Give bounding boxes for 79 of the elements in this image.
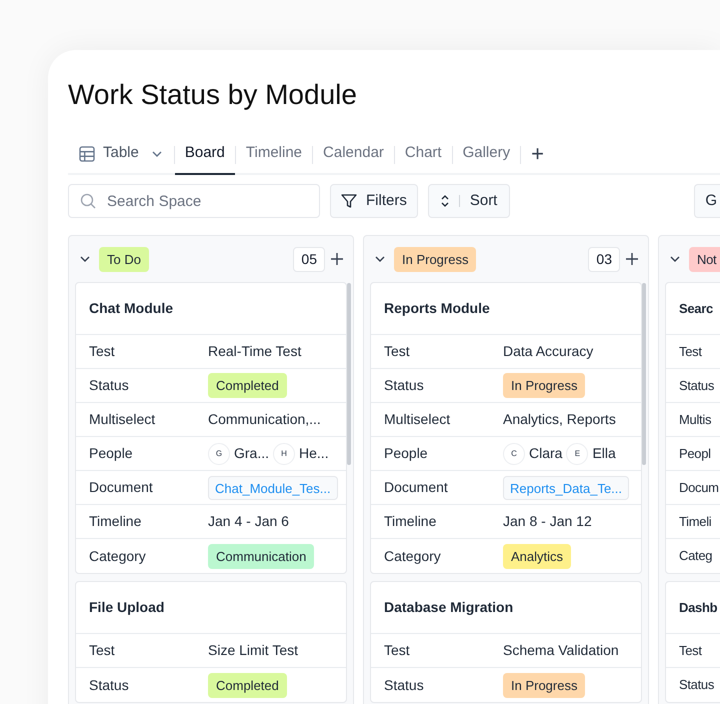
tag: Analytics: [503, 544, 572, 568]
card-title: Dashb: [679, 598, 718, 617]
field-label: Status: [384, 376, 425, 395]
card-title: Reports Module: [384, 299, 490, 318]
view-tab[interactable]: Chart: [394, 134, 452, 173]
tag: Completed: [208, 672, 287, 698]
field-label: Timeline: [384, 512, 438, 531]
field-value: Jan 8 - Jan 12: [503, 512, 592, 531]
field-value: Analytics, Reports: [503, 410, 616, 429]
card-title: Searc: [679, 300, 713, 318]
column-status-badge: In Progress: [394, 246, 476, 272]
table-icon: [79, 146, 95, 162]
column-status-badge: Not: [689, 246, 720, 272]
view-tab[interactable]: Timeline: [236, 134, 312, 173]
tag: In Progress: [503, 373, 586, 398]
plus-icon: [626, 253, 638, 265]
page-title: Work Status by Module: [68, 78, 357, 112]
card-title: File Upload: [89, 598, 164, 617]
avatar: G: [208, 442, 230, 464]
field-label: Category: [384, 546, 442, 566]
field-label: Multiselect: [384, 410, 452, 429]
field-label: Multis: [679, 410, 712, 429]
view-dropdown[interactable]: Table: [68, 134, 174, 173]
person-name: Gra...: [234, 444, 270, 463]
field-label: Status: [384, 676, 425, 694]
item-count: 03: [588, 246, 620, 272]
avatar: H: [273, 442, 296, 464]
tag: Completed: [208, 373, 287, 398]
field-value: Size Limit Test: [208, 641, 298, 660]
field-label: Test: [89, 342, 116, 361]
field-label: Test: [384, 342, 411, 361]
field-label: People: [384, 444, 429, 463]
filter-icon: [341, 193, 357, 209]
field-value: Communication,...: [208, 410, 321, 429]
tag: In Progress: [503, 672, 586, 698]
field-label: Category: [89, 546, 147, 566]
avatar: E: [566, 442, 588, 464]
scrollbar-thumb[interactable]: [642, 283, 646, 465]
plus-icon: [331, 253, 343, 265]
person-name: Ella: [592, 444, 616, 463]
field-label: Timeli: [679, 512, 712, 531]
field-label: Status: [89, 376, 130, 395]
field-label: Document: [384, 478, 449, 497]
person-name: He...: [299, 444, 329, 463]
field-label: Docum: [679, 478, 720, 497]
field-label: Status: [89, 676, 130, 694]
field-label: Peopl: [679, 444, 712, 463]
sort-icon: [440, 195, 449, 207]
field-label: Test: [679, 642, 703, 660]
search-icon: [80, 193, 96, 209]
field-value: Data Accuracy: [503, 342, 594, 361]
item-count: 05: [293, 246, 325, 272]
field-label: Status: [679, 376, 716, 395]
tag: Communication: [208, 544, 314, 568]
field-value: Schema Validation: [503, 641, 619, 660]
field-label: Multiselect: [89, 410, 156, 429]
search-field[interactable]: Search Space: [68, 184, 320, 218]
sort-button[interactable]: Sort: [428, 184, 510, 218]
card-title: Chat Module: [89, 299, 173, 318]
field-value: Jan 4 - Jan 6: [208, 512, 289, 531]
field-label: Timeline: [89, 512, 142, 531]
group-button[interactable]: G: [694, 184, 720, 218]
field-label: Test: [679, 342, 703, 361]
card-title: Database Migration: [384, 598, 514, 617]
field-label: Test: [384, 641, 411, 660]
view-tab[interactable]: Gallery: [452, 134, 520, 173]
person-name: Clara: [529, 444, 562, 463]
field-label: Categ: [679, 547, 714, 566]
scrollbar-thumb[interactable]: [347, 283, 351, 465]
field-value: Real-Time Test: [208, 342, 302, 361]
field-label: Document: [89, 478, 154, 497]
field-label: Test: [89, 641, 116, 660]
filters-button[interactable]: Filters: [330, 184, 418, 218]
field-label: People: [89, 444, 134, 463]
column-status-badge: To Do: [99, 246, 149, 272]
add-view-button[interactable]: +: [521, 134, 554, 173]
view-tab[interactable]: Calendar: [313, 134, 394, 173]
avatar: C: [503, 442, 525, 464]
field-label: Status: [679, 676, 716, 694]
